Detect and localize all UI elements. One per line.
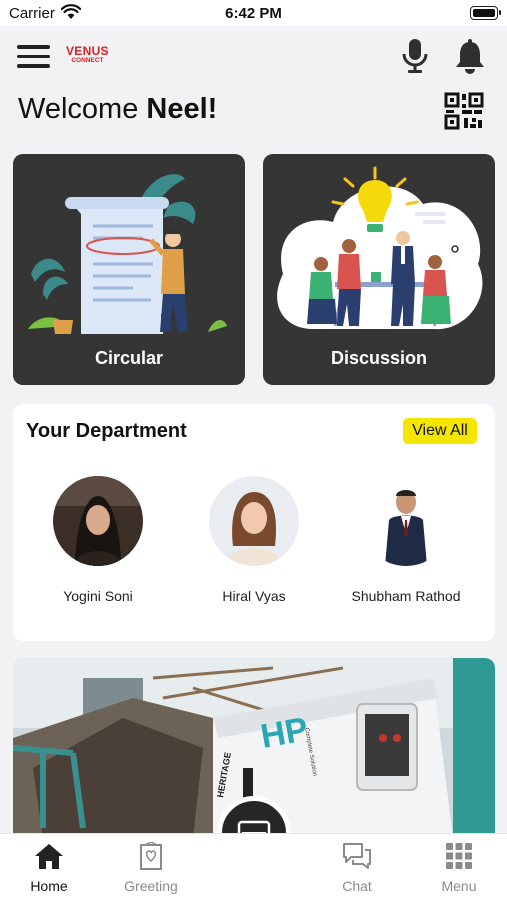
tab-label: Chat [342,878,372,894]
chat-icon [343,843,371,869]
avatar [209,476,299,566]
status-bar: Carrier 6:42 PM [0,0,507,26]
avatar [53,476,143,566]
tab-label: Greeting [124,878,178,894]
department-card: Your Department View All Yogini Soni Hir… [13,404,495,641]
welcome-heading: Welcome Neel! [18,93,217,126]
battery-icon [470,6,501,20]
bottom-tab-bar: Home Greeting Chat Menu [0,833,507,900]
view-all-button[interactable]: View All [403,418,477,444]
tab-chat[interactable]: Chat [317,842,397,894]
user-name: Neel! [146,93,218,125]
brand-logo: VENUS CONNECT [66,45,109,65]
tab-home[interactable]: Home [9,842,89,894]
brand-subtitle: CONNECT [71,57,104,64]
member-card[interactable]: Yogini Soni [28,476,168,604]
grid-menu-icon [446,843,472,869]
qr-code-icon[interactable] [444,92,484,130]
home-icon [35,844,63,869]
microphone-icon[interactable] [400,37,430,75]
notification-bell-icon[interactable] [453,37,487,75]
discussion-label: Discussion [330,348,428,368]
member-name: Yogini Soni [63,588,133,604]
hamburger-menu-icon[interactable] [17,45,50,68]
tab-label: Home [30,878,68,894]
department-title: Your Department [26,420,187,442]
welcome-prefix: Welcome [18,93,147,125]
circular-tile[interactable]: Circular [13,154,245,385]
member-card[interactable]: Shubham Rathod [336,476,476,604]
circular-label: Circular [94,348,164,368]
svg-text:HP: HP [258,710,311,756]
discussion-illustration [277,166,483,330]
tab-label: Menu [441,878,477,894]
member-name: Shubham Rathod [351,588,461,604]
discussion-tile[interactable]: Discussion [263,154,495,385]
app-bar: VENUS CONNECT [0,26,507,86]
tab-menu[interactable]: Menu [419,842,499,894]
tab-greeting[interactable]: Greeting [111,841,191,894]
member-card[interactable]: Hiral Vyas [184,476,324,604]
clock: 6:42 PM [225,5,282,22]
member-name: Hiral Vyas [222,588,286,604]
greeting-card-icon [140,841,162,870]
avatar [361,476,451,566]
brand-name: VENUS [66,44,109,58]
circular-illustration [28,174,227,334]
